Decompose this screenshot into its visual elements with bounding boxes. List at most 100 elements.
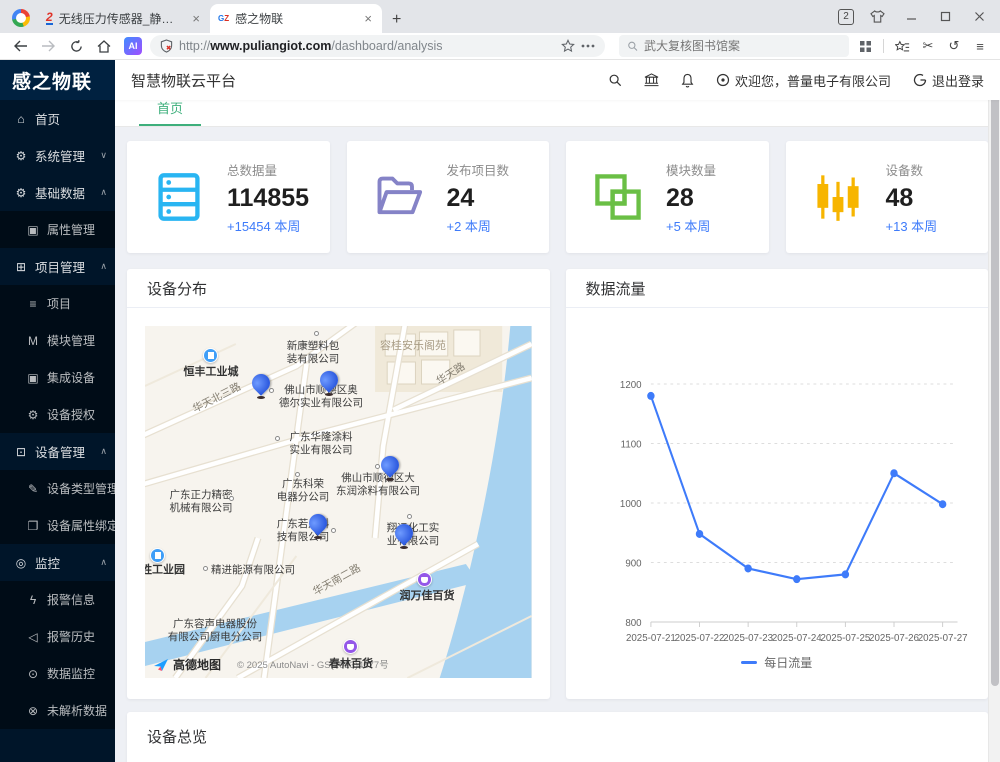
sidebar-item-integrated-device[interactable]: ▣集成设备 bbox=[0, 359, 115, 396]
url-path: /dashboard/analysis bbox=[331, 39, 442, 53]
back-button[interactable] bbox=[8, 35, 32, 57]
chevron-up-icon: ∧ bbox=[100, 187, 107, 198]
map-pin[interactable] bbox=[251, 374, 271, 402]
ai-assistant-icon[interactable]: AI bbox=[124, 37, 142, 55]
data-point[interactable] bbox=[938, 500, 945, 508]
chart-legend[interactable]: 每日流量 bbox=[584, 648, 971, 681]
gear-icon: ⚙ bbox=[26, 408, 40, 422]
map-poi-dot bbox=[275, 436, 280, 441]
sidebar-item-project[interactable]: ≡项目 bbox=[0, 285, 115, 322]
sidebar-item-label: 设备类型管理 bbox=[47, 480, 115, 497]
stat-value: 24 bbox=[447, 183, 510, 213]
svg-text:2025-07-27: 2025-07-27 bbox=[917, 633, 967, 644]
tab2-title: 感之物联 bbox=[235, 10, 356, 27]
bolt-icon: ϟ bbox=[26, 593, 40, 607]
map-pin[interactable] bbox=[394, 524, 414, 552]
app-logo[interactable]: 感之物联 bbox=[0, 60, 115, 100]
legend-line-swatch bbox=[741, 661, 757, 664]
sidebar-item-device-type-management[interactable]: ✎设备类型管理 bbox=[0, 470, 115, 507]
logout-text: 退出登录 bbox=[932, 71, 984, 90]
sidebar-item-label: 首页 bbox=[35, 109, 60, 128]
window-close-button[interactable] bbox=[964, 4, 994, 30]
stat-label: 总数据量 bbox=[227, 160, 309, 179]
data-point[interactable] bbox=[744, 564, 751, 572]
sidebar-item-label: 设备属性绑定 bbox=[47, 517, 115, 534]
browser-search-input[interactable] bbox=[644, 39, 841, 53]
url-bar[interactable]: http://www.puliangiot.com/dashboard/anal… bbox=[150, 35, 605, 57]
device-overview-title: 设备总览 bbox=[127, 712, 988, 760]
screenshot-scissors-icon[interactable]: ✂ bbox=[916, 35, 940, 57]
page-scrollbar[interactable] bbox=[988, 60, 1000, 762]
modules-icon bbox=[592, 171, 644, 223]
data-point[interactable] bbox=[890, 469, 897, 477]
welcome-text: 欢迎您，普量电子有限公司 bbox=[735, 71, 891, 90]
data-point[interactable] bbox=[695, 530, 702, 538]
line-chart: 8009001000110012002025-07-212025-07-2220… bbox=[584, 326, 971, 648]
theme-shirt-icon[interactable] bbox=[862, 4, 892, 30]
sidebar-item-label: 监控 bbox=[35, 553, 60, 572]
sidebar-item-label: 设备授权 bbox=[47, 406, 95, 423]
sidebar-item-home[interactable]: ⌂ 首页 bbox=[0, 100, 115, 137]
tab1-close-icon[interactable]: × bbox=[190, 11, 202, 26]
window-minimize-button[interactable] bbox=[896, 4, 926, 30]
data-point[interactable] bbox=[793, 575, 800, 583]
candles-icon bbox=[812, 171, 864, 223]
tab1-title: 无线压力传感器_静力水准仪_ bbox=[59, 10, 185, 27]
more-options-icon[interactable] bbox=[581, 44, 595, 48]
sidebar-item-attribute-management[interactable]: ▣属性管理 bbox=[0, 211, 115, 248]
logout-button[interactable]: 退出登录 bbox=[913, 71, 984, 90]
app-header: 智慧物联云平台 欢迎您，普量电子有限公司 退出登录 bbox=[115, 60, 1000, 100]
sidebar-item-project-management[interactable]: ⊞项目管理∧ bbox=[0, 248, 115, 285]
database-icon bbox=[153, 171, 205, 223]
sidebar-item-unparsed-data[interactable]: ⊗未解析数据 bbox=[0, 692, 115, 729]
sidebar-menu: ⌂首页⚙系统管理∨⚙基础数据∧▣属性管理⊞项目管理∧≡项目M模块管理▣集成设备⚙… bbox=[0, 100, 115, 729]
sidebar-item-module-management[interactable]: M模块管理 bbox=[0, 322, 115, 359]
map-pin[interactable] bbox=[319, 371, 339, 399]
browser-tab-2-active[interactable]: GZ 感之物联 × bbox=[210, 4, 382, 33]
tab2-close-icon[interactable]: × bbox=[362, 11, 374, 26]
speaker-icon: ◁ bbox=[26, 630, 40, 644]
bookmark-star-icon[interactable] bbox=[561, 39, 575, 53]
sidebar-item-device-management[interactable]: ⊡设备管理∧ bbox=[0, 433, 115, 470]
shield-insecure-icon[interactable] bbox=[160, 39, 173, 53]
header-search-icon[interactable] bbox=[608, 73, 622, 87]
browser-menu-icon[interactable]: ≡ bbox=[968, 35, 992, 57]
amap-logo[interactable]: 高德地图 bbox=[153, 656, 221, 673]
sidebar-item-monitoring[interactable]: ◎监控∧ bbox=[0, 544, 115, 581]
logout-icon bbox=[913, 73, 927, 87]
home-button[interactable] bbox=[92, 35, 116, 57]
device-map[interactable]: 高德地图 © 2025 AutoNavi - GS(2023)4677号 新康塑… bbox=[145, 326, 532, 678]
map-pin[interactable] bbox=[308, 514, 328, 542]
browser-titlebar: 2 无线压力传感器_静力水准仪_ × GZ 感之物联 × + 2 bbox=[0, 0, 1000, 33]
sidebar-item-label: 模块管理 bbox=[47, 332, 95, 349]
new-tab-button[interactable]: + bbox=[382, 11, 411, 33]
sidebar-item-alarm-history[interactable]: ◁报警历史 bbox=[0, 618, 115, 655]
apps-grid-icon[interactable] bbox=[853, 35, 877, 57]
browser-tab-1[interactable]: 2 无线压力传感器_静力水准仪_ × bbox=[38, 4, 210, 33]
user-welcome[interactable]: 欢迎您，普量电子有限公司 bbox=[716, 71, 891, 90]
browser-logo-icon[interactable] bbox=[12, 9, 30, 27]
svg-text:2025-07-23: 2025-07-23 bbox=[723, 633, 773, 644]
data-point[interactable] bbox=[647, 392, 654, 400]
organization-bank-icon[interactable] bbox=[644, 73, 659, 87]
undo-history-icon[interactable]: ↺ bbox=[942, 35, 966, 57]
window-maximize-button[interactable] bbox=[930, 4, 960, 30]
sidebar-item-base-data[interactable]: ⚙基础数据∧ bbox=[0, 174, 115, 211]
notifications-bell-icon[interactable] bbox=[681, 73, 694, 88]
forward-button[interactable] bbox=[36, 35, 60, 57]
tab-home[interactable]: 首页 bbox=[139, 98, 201, 126]
sidebar-item-system-management[interactable]: ⚙系统管理∨ bbox=[0, 137, 115, 174]
favorites-icon[interactable] bbox=[890, 35, 914, 57]
reload-button[interactable] bbox=[64, 35, 88, 57]
stat-delta: +13 本周 bbox=[886, 216, 938, 235]
data-point[interactable] bbox=[841, 570, 848, 578]
sidebar-item-device-auth[interactable]: ⚙ 设备授权 bbox=[0, 396, 115, 433]
map-pin[interactable] bbox=[380, 456, 400, 484]
home-icon: ⌂ bbox=[14, 112, 28, 126]
sidebar-item-alarm-info[interactable]: ϟ报警信息 bbox=[0, 581, 115, 618]
sidebar-item-data-monitoring[interactable]: ⊙数据监控 bbox=[0, 655, 115, 692]
sidebar-item-device-attribute-binding[interactable]: ❐设备属性绑定 bbox=[0, 507, 115, 544]
scrollbar-thumb[interactable] bbox=[991, 74, 999, 686]
browser-search-box[interactable] bbox=[619, 35, 849, 57]
tab-count-badge[interactable]: 2 bbox=[838, 9, 854, 25]
